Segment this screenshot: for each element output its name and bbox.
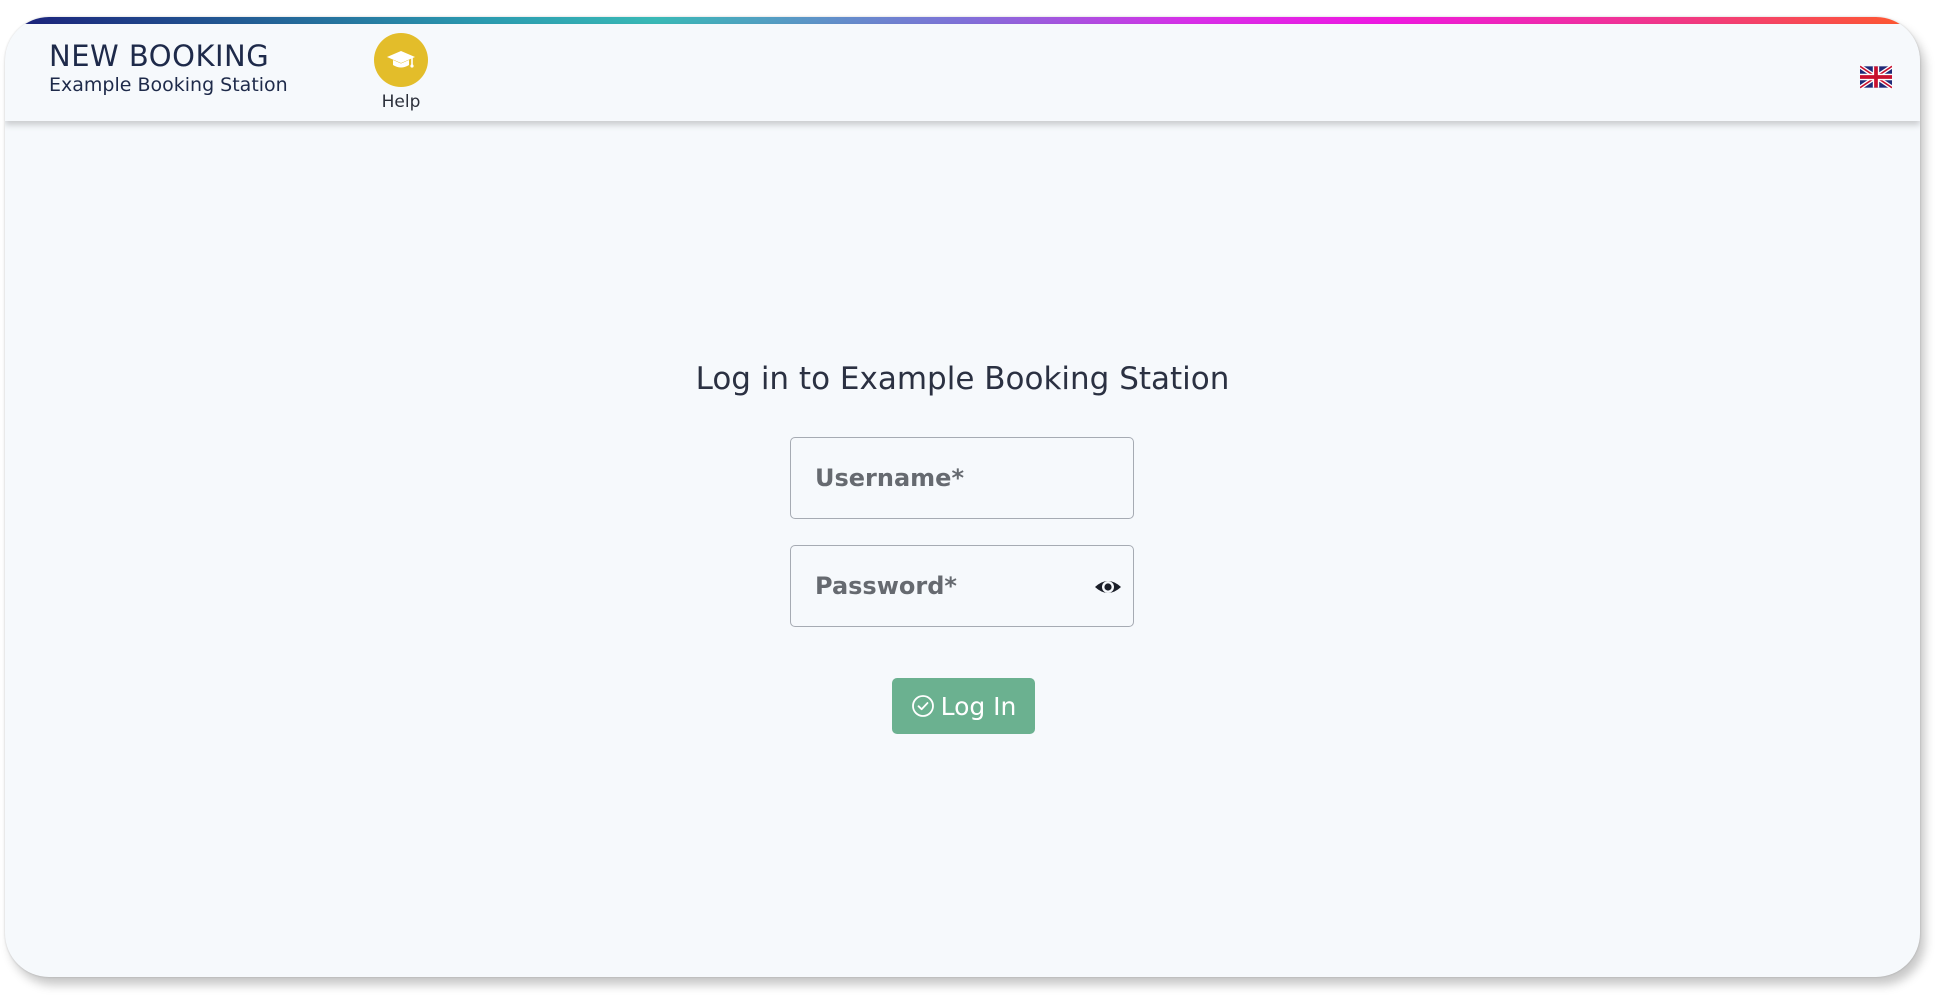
check-circle-icon [911, 694, 935, 718]
eye-icon[interactable] [1093, 572, 1123, 602]
top-header: NEW BOOKING Example Booking Station Help [5, 24, 1920, 121]
graduation-cap-icon [374, 33, 428, 87]
login-heading: Log in to Example Booking Station [695, 361, 1230, 397]
help-button[interactable]: Help [368, 33, 434, 112]
password-input[interactable] [791, 546, 1133, 626]
page-title: NEW BOOKING [49, 39, 270, 73]
username-field [790, 437, 1134, 519]
station-subtitle: Example Booking Station [49, 74, 288, 96]
app-window: NEW BOOKING Example Booking Station Help [5, 17, 1920, 977]
password-field [790, 545, 1134, 627]
login-button-label: Log In [940, 691, 1017, 721]
login-button[interactable]: Log In [892, 678, 1035, 734]
username-input[interactable] [791, 438, 1133, 518]
title-block: NEW BOOKING Example Booking Station [49, 39, 288, 97]
help-label: Help [381, 92, 421, 112]
uk-flag-icon[interactable] [1858, 64, 1894, 90]
accent-gradient-bar [5, 17, 1920, 24]
